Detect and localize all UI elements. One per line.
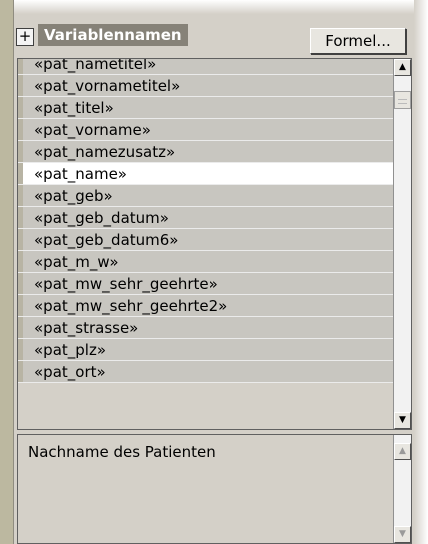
panel-top-fade xyxy=(0,0,428,14)
formula-button[interactable]: Formel... xyxy=(310,28,406,54)
variable-list-scrollbar[interactable]: ▲ ▼ xyxy=(393,59,411,429)
variable-list-item[interactable]: «pat_namezusatz» xyxy=(18,141,393,163)
variable-list-item[interactable]: «pat_ort» xyxy=(18,361,393,383)
variable-list-item[interactable]: «pat_plz» xyxy=(18,339,393,361)
variable-list-item[interactable]: «pat_mw_sehr_geehrte» xyxy=(18,273,393,295)
variable-list-item[interactable]: «pat_name» xyxy=(18,163,393,185)
variable-description: Nachname des Patienten ▲ ▼ xyxy=(17,434,412,544)
panel-left-edge xyxy=(0,0,14,544)
description-text: Nachname des Patienten xyxy=(28,443,216,461)
panel-title: Variablennamen xyxy=(38,24,188,46)
variable-list-item[interactable]: «pat_vornametitel» xyxy=(18,75,393,97)
variable-list-item[interactable]: «pat_nametitel» xyxy=(18,59,393,75)
variable-list[interactable]: «pat_nametitel» «pat_vornametitel» «pat_ti… xyxy=(17,58,412,430)
expand-button[interactable]: + xyxy=(16,28,34,46)
panel-header: + Variablennamen Formel... xyxy=(16,22,412,54)
scroll-up-button[interactable]: ▲ xyxy=(394,59,411,76)
description-scrollbar[interactable]: ▲ ▼ xyxy=(393,435,411,543)
variable-list-item[interactable]: «pat_geb_datum» xyxy=(18,207,393,229)
variable-list-items: «pat_nametitel» «pat_vornametitel» «pat_ti… xyxy=(18,59,393,383)
triangle-down-icon: ▼ xyxy=(399,529,406,539)
triangle-up-icon: ▲ xyxy=(399,446,406,456)
desc-scroll-up-button[interactable]: ▲ xyxy=(394,443,411,460)
triangle-down-icon: ▼ xyxy=(399,415,406,425)
variable-list-item[interactable]: «pat_m_w» xyxy=(18,251,393,273)
panel-right-fade xyxy=(414,0,428,544)
variable-list-item[interactable]: «pat_titel» xyxy=(18,97,393,119)
scroll-down-button[interactable]: ▼ xyxy=(394,412,411,429)
scroll-thumb[interactable] xyxy=(394,91,411,109)
variable-list-item[interactable]: «pat_mw_sehr_geehrte2» xyxy=(18,295,393,317)
desc-scroll-down-button[interactable]: ▼ xyxy=(394,526,411,543)
variable-list-item[interactable]: «pat_geb_datum6» xyxy=(18,229,393,251)
variable-panel: + Variablennamen Formel... «pat_nametite… xyxy=(0,0,428,544)
variable-list-item[interactable]: «pat_strasse» xyxy=(18,317,393,339)
variable-list-item[interactable]: «pat_vorname» xyxy=(18,119,393,141)
triangle-up-icon: ▲ xyxy=(399,62,406,72)
variable-list-item[interactable]: «pat_geb» xyxy=(18,185,393,207)
